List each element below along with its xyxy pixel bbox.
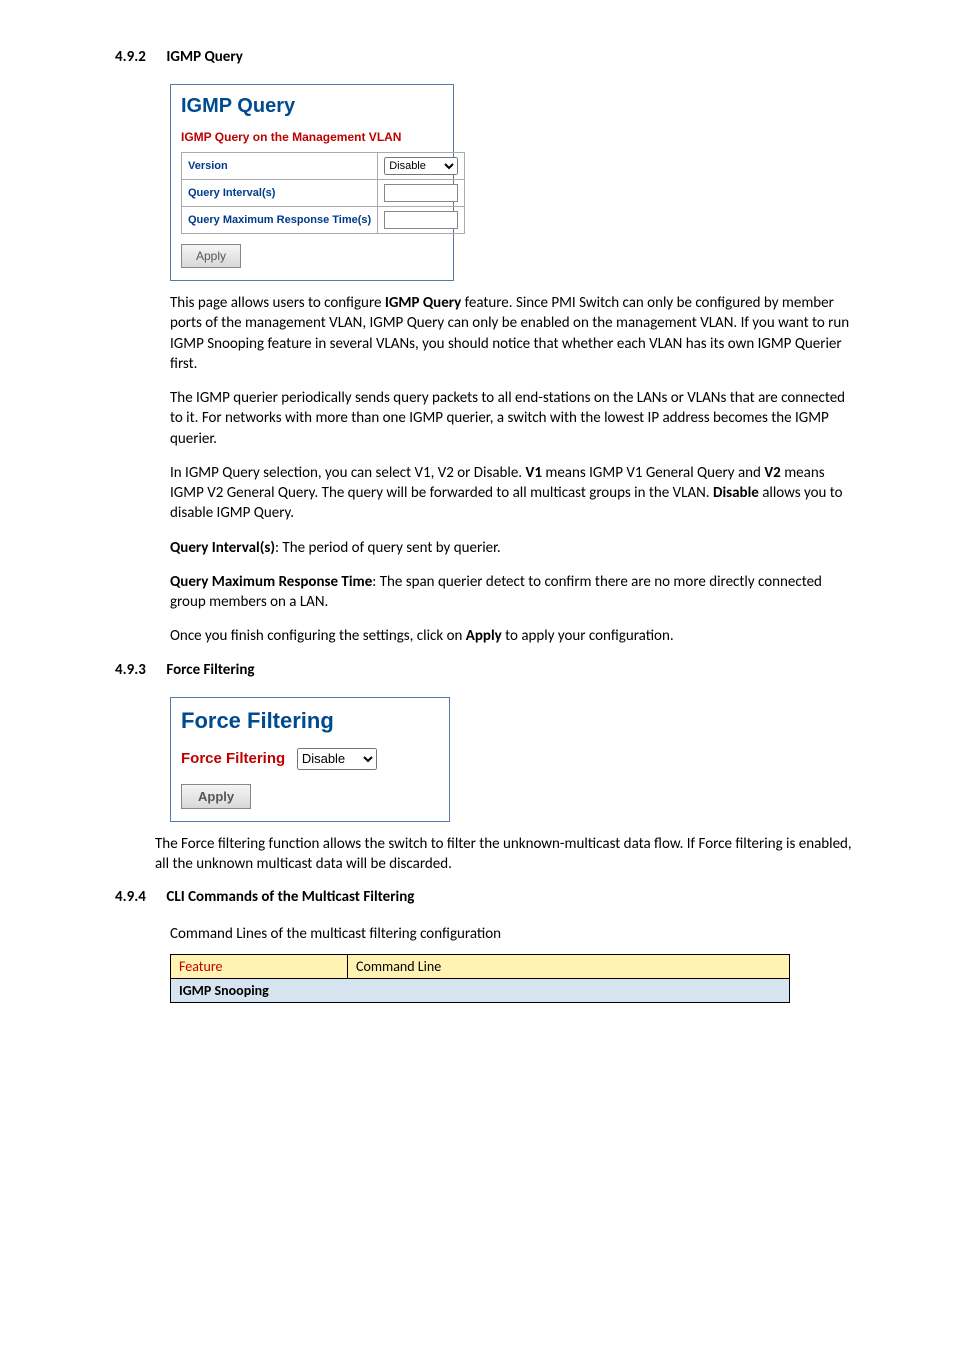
query-interval-label: Query Interval(s) xyxy=(182,180,378,207)
text: to apply your configuration. xyxy=(502,627,674,645)
paragraph: Query Interval(s): The period of query s… xyxy=(170,538,859,558)
table-row: Feature Command Line xyxy=(171,955,790,979)
igmp-settings-table: Version Disable Query Interval(s) Query … xyxy=(181,152,465,234)
feature-header: Feature xyxy=(171,955,348,979)
paragraph: The Force filtering function allows the … xyxy=(155,834,859,875)
table-row: Query Maximum Response Time(s) xyxy=(182,207,465,234)
max-response-input[interactable] xyxy=(384,211,458,229)
paragraph: Command Lines of the multicast filtering… xyxy=(170,924,859,944)
apply-button[interactable]: Apply xyxy=(181,784,251,809)
paragraph: This page allows users to configure IGMP… xyxy=(170,293,859,374)
command-header: Command Line xyxy=(348,955,790,979)
table-row: Version Disable xyxy=(182,153,465,180)
panel-title: IGMP Query xyxy=(181,95,443,118)
force-filtering-label: Force Filtering xyxy=(181,750,285,767)
text: V2 xyxy=(764,464,780,482)
igmp-snooping-row: IGMP Snooping xyxy=(171,979,790,1003)
version-select[interactable]: Disable xyxy=(384,157,458,175)
page: 4.9.2 IGMP Query IGMP Query IGMP Query o… xyxy=(0,0,954,1350)
force-filtering-row: Force Filtering Disable xyxy=(181,748,439,770)
force-filtering-select[interactable]: Disable xyxy=(297,748,377,770)
force-filtering-panel: Force Filtering Force Filtering Disable … xyxy=(170,697,450,822)
text: In IGMP Query selection, you can select … xyxy=(170,464,525,482)
section-title: Force Filtering xyxy=(166,661,254,679)
query-interval-input[interactable] xyxy=(384,184,458,202)
table-row: IGMP Snooping xyxy=(171,979,790,1003)
section-number: 4.9.4 xyxy=(115,888,163,906)
max-response-label: Query Maximum Response Time(s) xyxy=(182,207,378,234)
section-title: CLI Commands of the Multicast Filtering xyxy=(166,888,414,906)
text: Disable xyxy=(713,484,759,502)
text: This page allows users to configure xyxy=(170,294,385,312)
paragraph: Once you finish configuring the settings… xyxy=(170,626,859,646)
section-heading-493: 4.9.3 Force Filtering xyxy=(115,661,859,679)
panel-subtitle: IGMP Query on the Management VLAN xyxy=(181,130,443,144)
text: V1 xyxy=(525,464,541,482)
table-row: Query Interval(s) xyxy=(182,180,465,207)
section-heading-492: 4.9.2 IGMP Query xyxy=(115,48,859,66)
paragraph: Query Maximum Response Time: The span qu… xyxy=(170,572,859,613)
apply-button[interactable]: Apply xyxy=(181,244,241,268)
text: IGMP Query xyxy=(385,294,461,312)
paragraph: In IGMP Query selection, you can select … xyxy=(170,463,859,524)
igmp-query-panel: IGMP Query IGMP Query on the Management … xyxy=(170,84,454,281)
version-label: Version xyxy=(182,153,378,180)
text: means IGMP V1 General Query and xyxy=(542,464,764,482)
text: Query Maximum Response Time xyxy=(170,573,372,591)
section-number: 4.9.3 xyxy=(115,661,163,679)
text: Apply xyxy=(466,627,502,645)
text: Query Interval(s) xyxy=(170,539,275,557)
text: Once you finish configuring the settings… xyxy=(170,627,466,645)
section-heading-494: 4.9.4 CLI Commands of the Multicast Filt… xyxy=(115,888,859,906)
panel-title: Force Filtering xyxy=(181,708,439,734)
section-number: 4.9.2 xyxy=(115,48,163,66)
section-title: IGMP Query xyxy=(166,48,242,66)
text: : The period of query sent by querier. xyxy=(275,539,501,557)
paragraph: The IGMP querier periodically sends quer… xyxy=(170,388,859,449)
command-table: Feature Command Line IGMP Snooping xyxy=(170,954,790,1003)
